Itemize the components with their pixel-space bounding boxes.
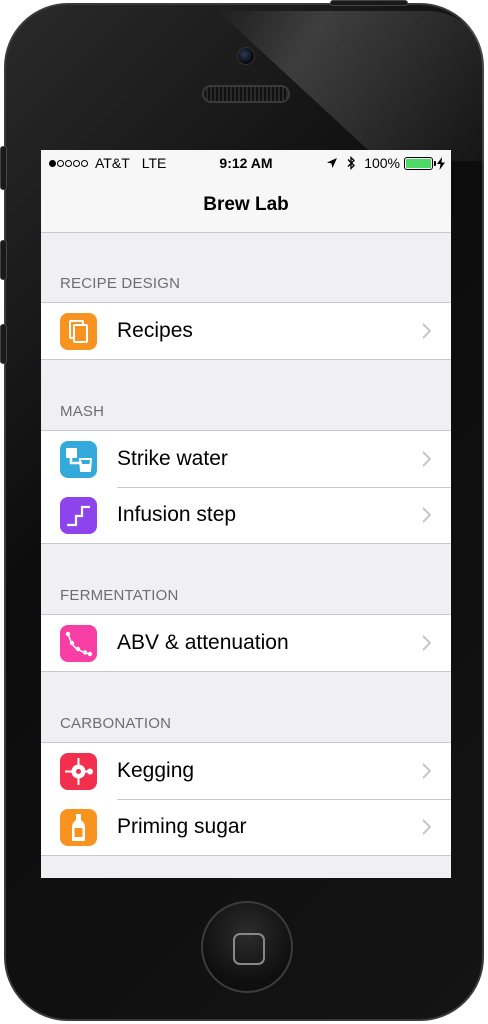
section-header-carbonation: CARBONATION: [60, 715, 172, 732]
recipes-icon: [60, 313, 97, 350]
navigation-bar: Brew Lab: [41, 176, 451, 233]
list-item-kegging[interactable]: Kegging: [41, 743, 451, 799]
page-title: Brew Lab: [203, 194, 289, 215]
list-item-label: Strike water: [117, 447, 228, 470]
battery-percentage: 100%: [364, 155, 400, 171]
chevron-right-icon: [422, 819, 431, 835]
battery-icon: [404, 156, 436, 170]
earpiece-speaker: [202, 85, 290, 103]
chevron-right-icon: [422, 635, 431, 651]
chevron-right-icon: [422, 323, 431, 339]
list-item-infusion-step[interactable]: Infusion step: [41, 487, 451, 543]
volume-up-button: [0, 240, 7, 280]
list-item-label: Kegging: [117, 759, 195, 782]
silent-switch: [0, 146, 7, 190]
bottle-icon: [60, 809, 97, 846]
kegging-icon: [60, 753, 97, 790]
chevron-right-icon: [422, 451, 431, 467]
list-item-priming-sugar[interactable]: Priming sugar: [41, 799, 451, 855]
group-recipe-design: Recipes: [41, 302, 451, 360]
group-mash: Strike water Infusion step: [41, 430, 451, 544]
group-carbonation: Kegging Priming sugar: [41, 742, 451, 856]
sleep-button: [330, 0, 408, 6]
infusion-step-icon: [60, 497, 97, 534]
list-item-label: Priming sugar: [117, 815, 247, 838]
location-arrow-icon: [327, 158, 338, 168]
home-square-icon: [233, 933, 265, 965]
section-header-mash: MASH: [60, 403, 105, 420]
list-item-recipes[interactable]: Recipes: [41, 303, 451, 359]
section-header-recipe-design: RECIPE DESIGN: [60, 275, 181, 292]
bluetooth-icon: [347, 156, 356, 170]
screen: AT&T LTE 9:12 AM 100% Brew Lab RECIPE DE…: [41, 150, 451, 878]
list-item-label: ABV & attenuation: [117, 631, 289, 654]
charging-bolt-icon: [437, 156, 445, 170]
list-item-strike-water[interactable]: Strike water: [41, 431, 451, 487]
list-item-label: Recipes: [117, 319, 193, 342]
list-item-abv-attenuation[interactable]: ABV & attenuation: [41, 615, 451, 671]
chevron-right-icon: [422, 763, 431, 779]
group-fermentation: ABV & attenuation: [41, 614, 451, 672]
volume-down-button: [0, 324, 7, 364]
abv-graph-icon: [60, 625, 97, 662]
strike-water-icon: [60, 441, 97, 478]
status-bar: AT&T LTE 9:12 AM 100%: [41, 150, 451, 176]
front-camera: [237, 47, 255, 65]
chevron-right-icon: [422, 507, 431, 523]
section-header-fermentation: FERMENTATION: [60, 587, 179, 604]
home-button[interactable]: [201, 901, 293, 993]
list-item-label: Infusion step: [117, 503, 237, 526]
